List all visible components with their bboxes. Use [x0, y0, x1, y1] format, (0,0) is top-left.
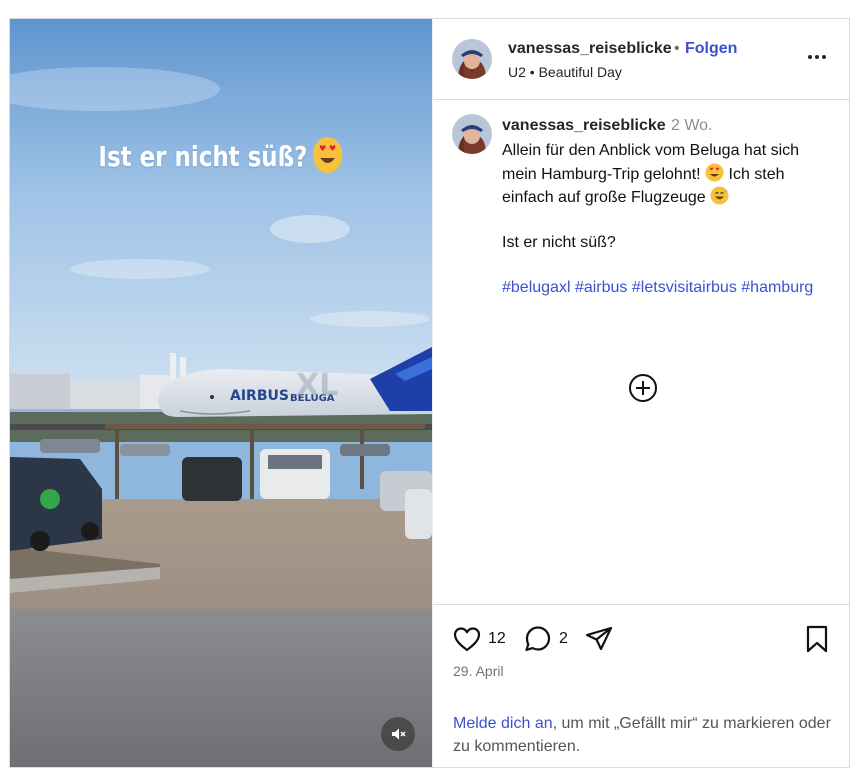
login-prompt: Melde dich an, um mit „Gefällt mir“ zu m…: [453, 713, 838, 758]
speaker-muted-icon: [392, 728, 406, 740]
avatar[interactable]: [452, 114, 492, 154]
post-video[interactable]: AIRBUS BELUGA XL Ist er nicht süß?: [10, 19, 432, 767]
load-more-comments-icon[interactable]: [628, 373, 658, 403]
music-info[interactable]: U2 • Beautiful Day: [508, 64, 622, 80]
comment-button[interactable]: 2: [523, 624, 568, 654]
music-separator: •: [529, 64, 535, 80]
more-options-icon[interactable]: [805, 45, 829, 69]
music-title: Beautiful Day: [538, 64, 622, 80]
video-overlay-caption: Ist er nicht süß?: [48, 136, 394, 174]
send-paper-plane-icon: [585, 626, 613, 651]
like-button[interactable]: 12: [452, 624, 506, 654]
hashtag-link[interactable]: #belugaxl: [502, 279, 571, 296]
heart-icon: [453, 627, 481, 652]
hashtag-link[interactable]: #hamburg: [741, 279, 813, 296]
post-sidebar: vanessas_reiseblicke • Folgen U2 • Beaut…: [432, 19, 850, 767]
heart-eyes-emoji-icon: [313, 137, 343, 173]
heart-eyes-emoji-icon: [705, 163, 724, 181]
comment-timestamp[interactable]: 2 Wo.: [671, 117, 713, 135]
video-frame: AIRBUS BELUGA XL: [10, 19, 432, 767]
post-date[interactable]: 29. April: [453, 663, 504, 679]
header-username[interactable]: vanessas_reiseblicke: [508, 40, 672, 58]
post-header: vanessas_reiseblicke • Folgen U2 • Beaut…: [433, 19, 850, 100]
profile-photo-icon: [452, 39, 492, 79]
login-link[interactable]: Melde dich an: [453, 715, 553, 732]
hashtag-link[interactable]: #airbus: [575, 279, 627, 296]
avatar[interactable]: [452, 39, 492, 79]
hashtag-link[interactable]: #letsvisitairbus: [632, 279, 737, 296]
bookmark-icon: [806, 625, 828, 653]
follow-button[interactable]: Folgen: [685, 40, 737, 58]
comment-bubble-icon: [525, 626, 551, 652]
overlay-caption-text: Ist er nicht süß?: [98, 140, 308, 173]
grinning-sweat-emoji-icon: [710, 186, 729, 205]
hashtag-list: #belugaxl #airbus #letsvisitairbus #hamb…: [502, 277, 837, 300]
like-count: 12: [488, 630, 506, 647]
music-artist: U2: [508, 64, 526, 80]
plane-tail-mark: XL: [296, 368, 338, 403]
plane-brand-text: AIRBUS: [230, 388, 289, 404]
share-button[interactable]: [584, 624, 614, 654]
post-actions: 12 2 29. April Melde dich an, um mit „Ge…: [433, 604, 850, 768]
mute-button[interactable]: [381, 717, 415, 751]
comment-body: Allein für den Anblick vom Beluga hat si…: [502, 140, 837, 300]
caption-line-2: Ist er nicht süß?: [502, 234, 616, 251]
comment-username[interactable]: vanessas_reiseblicke: [502, 117, 666, 135]
profile-photo-icon: [452, 114, 492, 154]
comment-count: 2: [559, 630, 568, 647]
save-button[interactable]: [804, 624, 830, 654]
instagram-post: AIRBUS BELUGA XL Ist er nicht süß? vanes…: [9, 18, 850, 768]
header-separator: •: [674, 40, 680, 57]
